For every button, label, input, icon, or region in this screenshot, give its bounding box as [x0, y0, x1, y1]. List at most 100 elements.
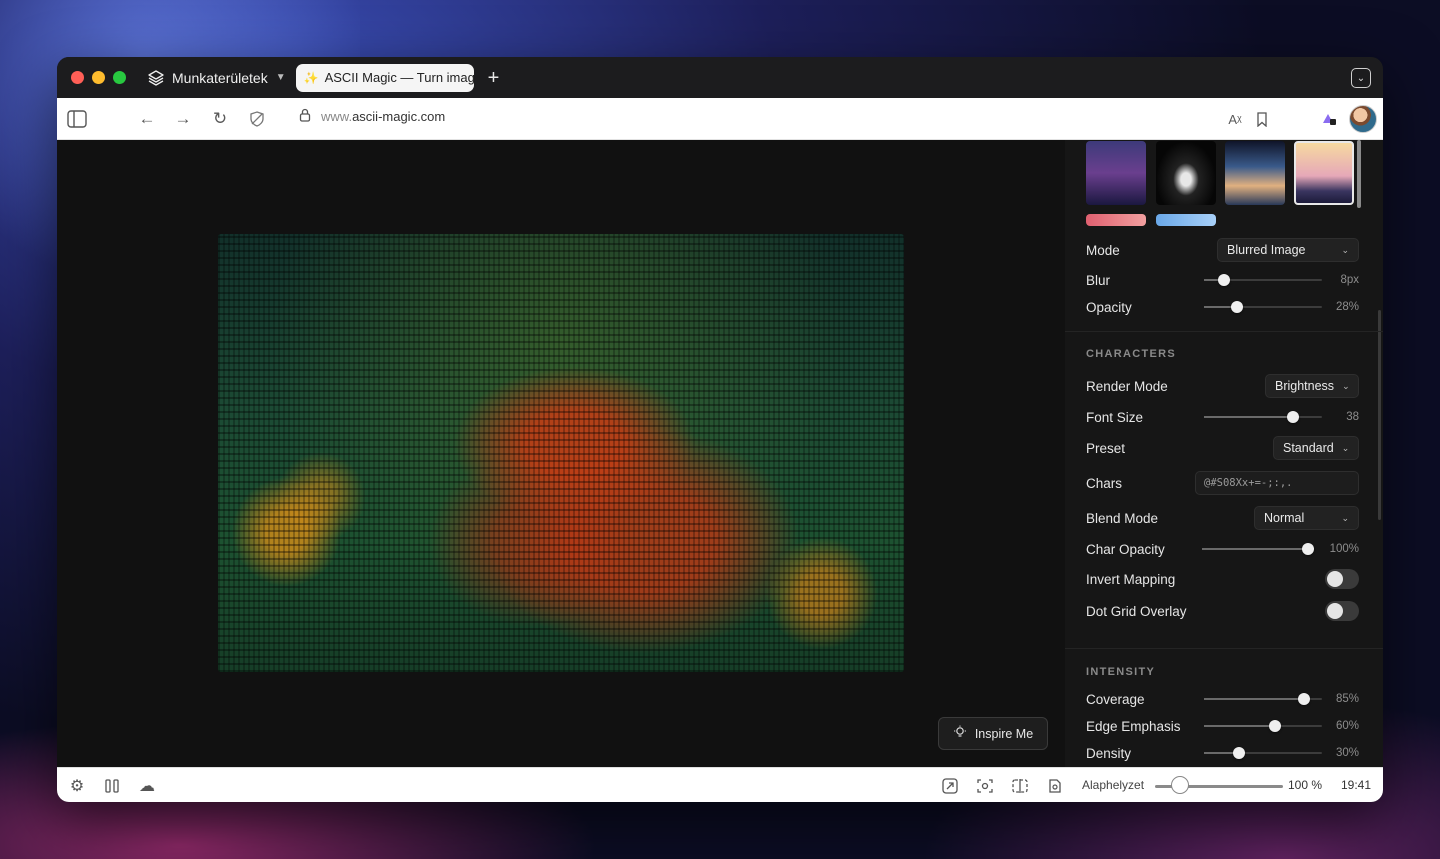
opacity-row: Opacity 28%	[1086, 295, 1359, 319]
tab-title: ASCII Magic — Turn image	[324, 70, 474, 85]
toggle-knob	[1327, 603, 1343, 619]
translate-icon[interactable]: Aᵡ	[1225, 109, 1245, 129]
coverage-slider[interactable]	[1204, 693, 1322, 705]
panels-icon[interactable]	[102, 776, 122, 796]
forward-arrow-icon[interactable]: →	[173, 109, 193, 129]
panel-scrollbar[interactable]	[1378, 310, 1381, 520]
intensity-section-title: INTENSITY	[1086, 666, 1156, 678]
render-mode-label: Render Mode	[1086, 378, 1168, 394]
char-opacity-slider[interactable]	[1202, 543, 1314, 555]
edge-emphasis-slider-knob[interactable]	[1269, 720, 1281, 732]
url-prefix: www.	[321, 109, 353, 124]
opacity-value: 28%	[1335, 301, 1359, 313]
preset-value: Standard	[1283, 441, 1334, 455]
blur-slider-knob[interactable]	[1218, 274, 1230, 286]
inspire-me-button[interactable]: Inspire Me	[938, 717, 1048, 750]
coverage-slider-knob[interactable]	[1298, 693, 1310, 705]
section-divider	[1065, 331, 1383, 332]
chars-label: Chars	[1086, 475, 1123, 491]
mode-label: Mode	[1086, 242, 1120, 258]
thumbnail-sky[interactable]	[1225, 141, 1285, 205]
blend-mode-label: Blend Mode	[1086, 510, 1159, 526]
chevron-down-icon: ⌄	[1341, 442, 1350, 453]
preset-select[interactable]: Standard ⌄	[1273, 436, 1359, 460]
section-divider	[1065, 648, 1383, 649]
font-size-slider[interactable]	[1204, 411, 1322, 423]
render-mode-row: Render Mode Brightness ⌄	[1086, 374, 1359, 398]
extension-icon[interactable]	[1319, 109, 1339, 129]
thumbnail-blue[interactable]	[1156, 214, 1216, 226]
browser-window: Munkaterületek ▼ ✨ ASCII Magic — Turn im…	[57, 57, 1383, 802]
density-label: Density	[1086, 745, 1132, 761]
gear-icon[interactable]: ⚙	[67, 776, 87, 796]
workspace-name: Munkaterületek	[172, 69, 268, 86]
minimize-window-button[interactable]	[92, 71, 105, 84]
zoom-reset-label[interactable]: Alaphelyzet	[1082, 778, 1144, 792]
density-slider[interactable]	[1204, 747, 1322, 759]
opacity-slider[interactable]	[1204, 301, 1322, 313]
characters-section-title: CHARACTERS	[1086, 348, 1176, 360]
bookmark-icon[interactable]	[1252, 109, 1272, 129]
thumbnail-abstract[interactable]	[1156, 141, 1216, 205]
maximize-window-button[interactable]	[113, 71, 126, 84]
preset-row: Preset Standard ⌄	[1086, 436, 1359, 460]
profile-avatar[interactable]	[1349, 105, 1377, 133]
reload-icon[interactable]: ↻	[210, 109, 230, 129]
font-size-slider-knob[interactable]	[1287, 411, 1299, 423]
invert-mapping-toggle[interactable]	[1325, 569, 1359, 589]
edge-emphasis-slider[interactable]	[1204, 720, 1322, 732]
tab-overview-button[interactable]: ⌄	[1351, 68, 1371, 88]
chevron-down-icon: ⌄	[1342, 380, 1350, 391]
edge-emphasis-slider-fill	[1204, 725, 1275, 727]
char-opacity-slider-knob[interactable]	[1302, 543, 1314, 555]
status-bar: ⚙ ☁ Alaphelyzet 100 % 19:41	[57, 767, 1383, 802]
screenshot-icon[interactable]	[975, 776, 995, 796]
thumbnail-pink[interactable]	[1086, 214, 1146, 226]
tracker-shield-icon[interactable]	[247, 109, 267, 129]
font-size-slider-fill	[1204, 416, 1293, 418]
window-controls	[71, 71, 126, 84]
blur-value: 8px	[1340, 274, 1359, 286]
thumbnail-scrollbar[interactable]	[1357, 140, 1361, 208]
font-size-row: Font Size 38	[1086, 405, 1359, 429]
split-view-icon[interactable]	[1010, 776, 1030, 796]
new-tab-button[interactable]: +	[488, 68, 500, 88]
page-actions-icon[interactable]	[1045, 776, 1065, 796]
close-window-button[interactable]	[71, 71, 84, 84]
blur-slider[interactable]	[1204, 274, 1322, 286]
address-toolbar: ← → ↻ www.ascii-magic.com Aᵡ	[57, 98, 1383, 140]
dot-grid-toggle[interactable]	[1325, 601, 1359, 621]
expand-icon[interactable]	[940, 776, 960, 796]
coverage-slider-fill	[1204, 698, 1304, 700]
blend-mode-select[interactable]: Normal ⌄	[1254, 506, 1359, 530]
page-content: Inspire Me Mode Blurred Image ⌄ Blur 8px…	[57, 140, 1383, 767]
layers-icon	[148, 69, 164, 86]
thumbnail-city[interactable]	[1086, 141, 1146, 205]
tab-ascii-magic[interactable]: ✨ ASCII Magic — Turn image	[295, 63, 474, 92]
char-opacity-row: Char Opacity 100%	[1086, 537, 1359, 561]
sidebar-toggle-icon[interactable]	[67, 109, 87, 129]
opacity-label: Opacity	[1086, 299, 1132, 315]
url-text: www.ascii-magic.com	[321, 109, 445, 124]
opacity-slider-knob[interactable]	[1231, 301, 1243, 313]
render-mode-value: Brightness	[1275, 379, 1335, 393]
density-slider-knob[interactable]	[1233, 747, 1245, 759]
mode-select[interactable]: Blurred Image ⌄	[1217, 238, 1359, 262]
render-mode-select[interactable]: Brightness ⌄	[1265, 374, 1359, 398]
back-arrow-icon[interactable]: ←	[137, 109, 157, 129]
chevron-down-icon: ▼	[275, 72, 286, 83]
address-bar[interactable]: www.ascii-magic.com	[299, 108, 445, 125]
thumbnail-sunset-selected[interactable]	[1294, 141, 1354, 205]
char-opacity-label: Char Opacity	[1086, 541, 1165, 557]
zoom-slider-knob[interactable]	[1171, 776, 1189, 794]
workspace-switcher[interactable]: Munkaterületek ▼	[148, 70, 286, 86]
cloud-icon[interactable]: ☁	[137, 776, 157, 796]
chevron-down-icon: ⌄	[1356, 72, 1366, 84]
tab-bar: Munkaterületek ▼ ✨ ASCII Magic — Turn im…	[57, 57, 1383, 98]
chars-input[interactable]: @#S08Xx+=-;:,.	[1195, 471, 1359, 495]
chevron-down-icon: ⌄	[1341, 512, 1349, 523]
settings-panel: Mode Blurred Image ⌄ Blur 8px Opacity 28…	[1065, 140, 1383, 767]
edge-emphasis-label: Edge Emphasis	[1086, 718, 1181, 734]
invert-mapping-row: Invert Mapping	[1086, 567, 1359, 591]
coverage-row: Coverage 85%	[1086, 687, 1359, 711]
